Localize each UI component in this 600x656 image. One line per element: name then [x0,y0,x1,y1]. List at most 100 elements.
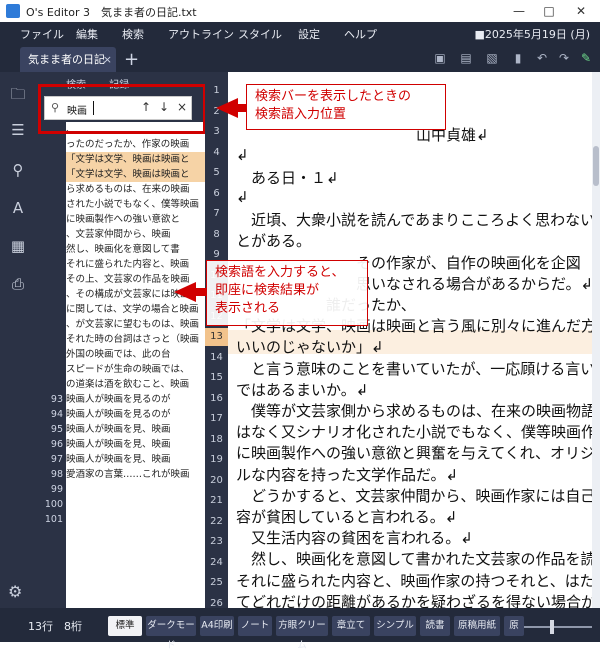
gutter-line-number: 22 [210,515,223,527]
close-button[interactable]: ✕ [572,3,590,19]
redo-icon[interactable]: ↷ [556,51,572,65]
style-tab[interactable]: 章立て [332,616,370,636]
search-result-row[interactable]: された小説でもなく、僕等映画 [66,197,220,212]
search-result-row[interactable]: 映画人が映画を見、映画 [66,452,220,467]
result-line-number: 94 [50,409,63,420]
search-result-row[interactable]: 愛酒家の言葉……これが映画 [66,467,220,482]
callout-results: 検索語を入力すると、 即座に検索結果が 表示される [206,260,368,326]
result-line-number [36,167,66,182]
search-result-row[interactable]: それた時の台詞はさっと（映画 [66,332,220,347]
add-tab-button[interactable]: + [124,49,139,70]
result-line-number [36,212,66,227]
gutter-line-number: 23 [210,536,223,547]
editor-scrollbar[interactable] [592,72,600,608]
search-result-row[interactable]: 「文学は文学、映画は映画と [66,167,220,182]
search-result-text: 然し、映画化を意図して書 [66,244,180,255]
gutter-line-number: 20 [210,474,223,486]
callout-arrow-search-tail [236,104,246,112]
style-tab[interactable]: ノート [238,616,272,636]
save-all-icon[interactable]: ▧ [484,51,500,65]
tab-bar: 気まま者の日記 × + ▣ ▤ ▧ ▮ ↶ ↷ ✎ [0,44,600,72]
menu-outline[interactable]: アウトライン [168,26,234,42]
gutter-line-number: 7 [213,208,220,219]
search-result-row[interactable]: に関しては、文学の場合と映画 [66,302,220,317]
zoom-slider-knob[interactable] [550,620,554,634]
editor-gutter: 1234567891011121314151617181920212223242… [205,72,228,629]
menu-file[interactable]: ファイル [20,26,64,42]
style-tab[interactable]: ダークモード [146,616,196,651]
result-line-number: 93 [50,394,63,405]
result-line-number: 95 [50,424,63,435]
editor-line: に映画製作への強い意欲と興奮を与えてくれ、オリジナ [236,444,592,463]
document-tab[interactable]: 気まま者の日記 × [20,47,116,72]
clipboard-icon[interactable]: ▮ [510,51,526,65]
editor-line: 又生活内容の貧困を言われる。↲ [236,529,473,548]
gear-icon[interactable]: ⚙ [8,582,22,601]
search-result-row[interactable]: 、が文芸家に望むものは、映画 [66,317,220,332]
style-tab[interactable]: 方眼クリーム [276,616,328,651]
search-results[interactable]: 、 ったのだったか、作家の映画 「文学は文学、映画は映画と 「文学は文学、映画は映画… [66,122,220,608]
search-result-row[interactable]: の道楽は酒を飲むこと、映画 [66,377,220,392]
style-tab[interactable]: 原稿用紙 [454,616,500,636]
style-tab[interactable]: A4印刷 [200,616,234,636]
editor-line: 然し、映画化を意図して書かれた文芸家の作品を読んで、 [251,550,592,569]
menu-search[interactable]: 検索 [122,26,144,42]
menu-settings[interactable]: 設定 [298,26,320,42]
result-line-number: 100 [44,499,63,510]
gutter-line-number: 17 [210,413,223,424]
editor-line: それに盛られた内容と、映画作家の持つそれと、はたし [236,571,592,590]
gutter-line-number: 4 [213,146,220,158]
font-icon[interactable]: A [8,198,28,218]
save-icon[interactable]: ▣ [432,51,448,65]
maximize-button[interactable]: □ [540,3,558,19]
style-tab[interactable]: 読書 [420,616,450,636]
result-line-numbers: 93 94 95 96 97 98 99 100 101 [36,122,66,527]
editor-line: ある日・１↲ [236,168,339,187]
pen-icon[interactable]: ✎ [578,51,594,65]
search-result-row[interactable]: その上、文芸家の作品を映画 [66,272,220,287]
gutter-line-number: 21 [210,495,223,506]
search-result-row[interactable]: 、文芸家仲間から、映画 [66,227,220,242]
pdf-icon[interactable]: ▦ [8,236,28,256]
tab-close-icon[interactable]: × [103,47,112,72]
minimize-button[interactable]: — [510,3,528,19]
gutter-line-number: 14 [210,351,223,363]
search-result-row[interactable]: 映画人が映画を見、映画 [66,422,220,437]
search-icon[interactable]: ⚲ [8,160,28,180]
menu-help[interactable]: ヘルプ [344,26,377,42]
search-result-row[interactable]: ったのだったか、作家の映画 [66,137,220,152]
search-result-row[interactable]: に映画製作への強い意欲と [66,212,220,227]
search-result-row[interactable]: 然し、映画化を意図して書 [66,242,220,257]
style-tab[interactable]: シンプル [374,616,416,636]
search-result-text: された小説でもなく、僕等映画 [66,199,200,210]
menu-style[interactable]: スタイル [238,26,282,42]
search-result-text: 映画人が映画を見、映画 [66,424,171,435]
search-result-row[interactable]: 映画人が映画を見るのが [66,407,220,422]
search-result-row[interactable]: ら求めるものは、在来の映画 [66,182,220,197]
editor-line: ↲ [236,145,249,164]
search-result-text: 愛酒家の言葉……これが映画 [66,469,190,480]
search-result-text: その上、文芸家の作品を映画 [66,274,190,285]
search-result-row[interactable]: スピードが生命の映画では、 [66,362,220,377]
style-tab[interactable]: 原 [504,616,524,636]
search-result-row[interactable]: 外国の映画では、此の台 [66,347,220,362]
style-tab[interactable]: 標準 [108,616,142,636]
title-bar: O's Editor 3 気まま者の日記.txt — □ ✕ [0,0,600,23]
undo-icon[interactable]: ↶ [534,51,550,65]
search-result-row[interactable]: 映画人が映画を見るのが [66,392,220,407]
search-result-row[interactable]: 「文学は文学、映画は映画と [66,152,220,167]
result-line-number [36,152,66,167]
save-as-icon[interactable]: ▤ [458,51,474,65]
search-result-text: 外国の映画では、此の台 [66,349,171,360]
editor-area[interactable]: 山中貞雄↲ ↲ ある日・１↲ ↲ 近頃、大衆小説を読んであまりこころよく思わないこと… [228,72,592,608]
search-result-text: 映画人が映画を見るのが [66,394,171,405]
search-result-text: 、が文芸家に望むものは、映画 [66,319,200,330]
folder-icon[interactable]: 🗀 [8,84,28,104]
print-icon[interactable]: ⎙ [8,274,28,294]
scroll-thumb[interactable] [593,146,599,186]
menu-edit[interactable]: 編集 [76,26,98,42]
outline-icon[interactable]: ☰ [8,120,28,140]
search-result-row[interactable]: それに盛られた内容と、映画 [66,257,220,272]
search-result-row[interactable]: 映画人が映画を見、映画 [66,437,220,452]
result-line-number [36,257,66,272]
